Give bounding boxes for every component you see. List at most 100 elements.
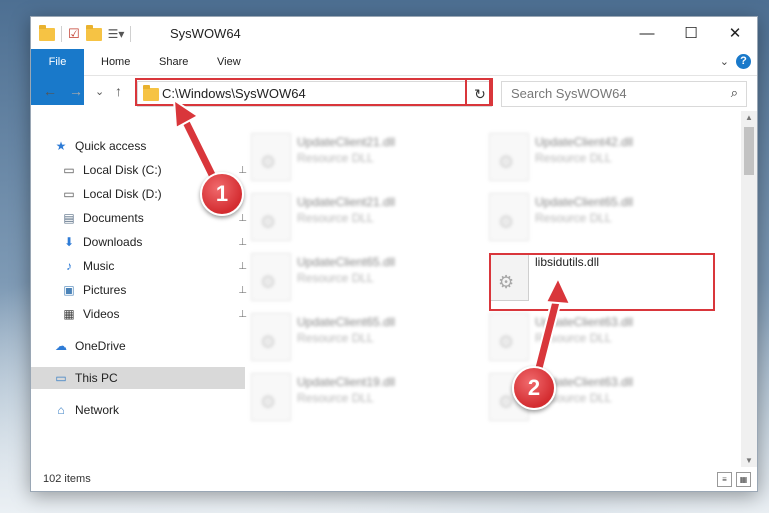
sidebar-item-label: Videos <box>83 307 120 321</box>
scroll-down-icon[interactable]: ▼ <box>741 456 757 465</box>
dll-file-icon: ⚙ <box>251 313 291 361</box>
step-2-badge: 2 <box>512 366 556 410</box>
tab-home[interactable]: Home <box>101 49 130 75</box>
file-list: ⚙ UpdateClient21.dll Resource DLL ⚙ UpdateCl… <box>227 111 741 463</box>
gear-icon: ⚙ <box>260 212 277 232</box>
gear-icon: ⚙ <box>498 152 515 172</box>
drive-icon: ▭ <box>63 163 75 177</box>
file-type: Resource DLL <box>297 391 374 405</box>
file-name: UpdateClient42.dll <box>535 135 634 149</box>
gear-icon: ⚙ <box>260 332 277 352</box>
network-icon: ⌂ <box>57 403 65 417</box>
expand-ribbon-icon[interactable]: ⌄ <box>720 55 729 68</box>
file-type: Resource DLL <box>535 211 612 225</box>
back-arrow-icon[interactable]: ← <box>43 83 57 99</box>
file-name: UpdateClient21.dll <box>297 195 396 209</box>
scroll-up-icon[interactable]: ▲ <box>741 113 757 122</box>
gear-icon: ⚙ <box>498 212 515 232</box>
refresh-highlight-box <box>465 78 493 106</box>
properties-icon[interactable]: ☑ <box>68 26 80 42</box>
scroll-thumb[interactable] <box>744 127 754 175</box>
search-placeholder: Search SysWOW64 <box>511 86 627 101</box>
file-name: UpdateClient21.dll <box>297 135 396 149</box>
gear-icon: ⚙ <box>260 152 277 172</box>
file-item[interactable]: ⚙ UpdateClient65.dll Resource DLL <box>251 311 481 367</box>
gear-icon: ⚙ <box>260 272 277 292</box>
sidebar-item-pictures[interactable]: ▣ Pictures ⊥ <box>31 279 253 301</box>
file-item[interactable]: ⚙ UpdateClient65.dll Resource DLL <box>489 191 719 247</box>
gear-icon: ⚙ <box>498 332 515 352</box>
gear-icon: ⚙ <box>260 392 277 412</box>
dll-file-icon: ⚙ <box>489 193 529 241</box>
file-type: Resource DLL <box>535 151 612 165</box>
title-bar: ☑ ☰▾ SysWOW64 — ☐ ✕ <box>31 17 757 49</box>
documents-icon: ▤ <box>63 211 75 225</box>
sidebar-item-label: Documents <box>83 211 144 225</box>
file-item[interactable]: ⚙ UpdateClient19.dll Resource DLL <box>251 371 481 427</box>
customize-toolbar-icon[interactable]: ☰▾ <box>108 27 125 41</box>
pictures-icon: ▣ <box>63 283 75 297</box>
file-item[interactable]: ⚙ UpdateClient21.dll Resource DLL <box>251 131 481 187</box>
sidebar-item-network[interactable]: ⌂ Network <box>31 399 245 421</box>
large-icons-view-icon[interactable]: ▦ <box>736 472 751 487</box>
computer-icon: ▭ <box>55 371 67 385</box>
dll-file-icon: ⚙ <box>251 193 291 241</box>
file-item[interactable]: ⚙ UpdateClient21.dll Resource DLL <box>251 191 481 247</box>
file-type: Resource DLL <box>297 331 374 345</box>
recent-locations-icon[interactable]: ⌄ <box>95 85 104 98</box>
minimize-button[interactable]: — <box>625 17 669 49</box>
drive-icon: ▭ <box>63 187 75 201</box>
item-count: 102 items <box>43 473 91 485</box>
file-type: Resource DLL <box>297 151 374 165</box>
window-title: SysWOW64 <box>170 26 241 41</box>
dll-file-icon: ⚙ <box>251 373 291 421</box>
videos-icon: ▦ <box>63 307 75 321</box>
file-name: UpdateClient65.dll <box>297 315 396 329</box>
sidebar-item-label: Quick access <box>75 139 147 153</box>
help-icon[interactable]: ? <box>736 54 751 69</box>
sidebar-item-label: Local Disk (C:) <box>83 163 162 177</box>
cloud-icon: ☁ <box>55 339 67 353</box>
sidebar-item-onedrive[interactable]: ☁ OneDrive <box>31 335 245 357</box>
sidebar-item-this-pc[interactable]: ▭ This PC <box>31 367 245 389</box>
dll-file-icon: ⚙ <box>251 133 291 181</box>
details-view-icon[interactable]: ≡ <box>717 472 732 487</box>
target-file-highlight-box <box>489 253 715 311</box>
file-name: UpdateClient65.dll <box>535 195 634 209</box>
status-bar: 102 items ≡ ▦ <box>31 467 757 491</box>
forward-arrow-icon[interactable]: → <box>69 83 83 99</box>
vertical-scrollbar[interactable]: ▲ ▼ <box>741 111 757 467</box>
sidebar-item-label: Music <box>83 259 115 273</box>
dll-file-icon: ⚙ <box>489 133 529 181</box>
sidebar-item-downloads[interactable]: ⬇ Downloads ⊥ <box>31 231 253 253</box>
tab-view[interactable]: View <box>217 49 241 75</box>
sidebar-item-label: OneDrive <box>75 339 126 353</box>
sidebar-item-label: Local Disk (D:) <box>83 187 162 201</box>
search-box[interactable]: Search SysWOW64 ⌕ <box>501 81 747 107</box>
search-icon[interactable]: ⌕ <box>731 85 738 101</box>
dll-file-icon: ⚙ <box>489 313 529 361</box>
sidebar-item-label: Pictures <box>83 283 127 297</box>
sidebar-item-label: Downloads <box>83 235 143 249</box>
sidebar-item-label: Network <box>75 403 120 417</box>
file-item[interactable]: ⚙ UpdateClient42.dll Resource DLL <box>489 131 719 187</box>
file-item[interactable]: ⚙ UpdateClient65.dll Resource DLL <box>251 251 481 307</box>
window-controls: — ☐ ✕ <box>625 17 757 49</box>
tab-share[interactable]: Share <box>159 49 188 75</box>
file-explorer-window: ☑ ☰▾ SysWOW64 — ☐ ✕ File Home Share View… <box>30 16 758 492</box>
star-icon: ★ <box>55 139 67 153</box>
file-name: UpdateClient19.dll <box>297 375 396 389</box>
up-arrow-icon[interactable]: ↑ <box>115 83 122 99</box>
dll-file-icon: ⚙ <box>251 253 291 301</box>
sidebar-item-label: This PC <box>75 371 118 385</box>
folder-icon <box>39 24 55 41</box>
gear-icon: ⚙ <box>498 392 515 412</box>
sidebar-item-videos[interactable]: ▦ Videos ⊥ <box>31 303 253 325</box>
music-icon: ♪ <box>66 259 72 273</box>
ribbon-tabs: File Home Share View ⌄ ? <box>31 49 757 105</box>
download-icon: ⬇ <box>63 235 75 249</box>
sidebar-item-music[interactable]: ♪ Music ⊥ <box>31 255 253 277</box>
new-folder-icon[interactable] <box>85 24 102 41</box>
close-button[interactable]: ✕ <box>713 17 757 49</box>
maximize-button[interactable]: ☐ <box>669 17 713 49</box>
